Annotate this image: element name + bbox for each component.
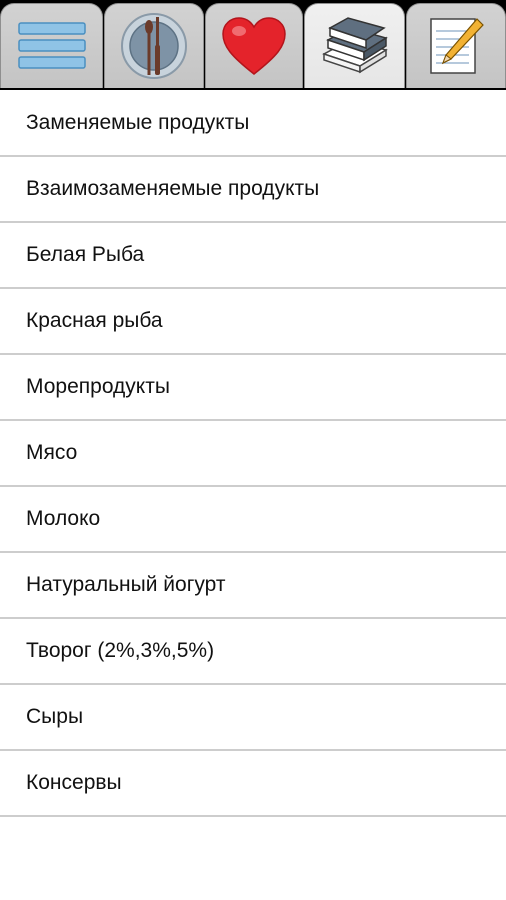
category-list: Заменяемые продукты Взаимозаменяемые про… <box>0 90 506 817</box>
list-item[interactable]: Красная рыба <box>0 289 506 355</box>
list-item[interactable]: Молоко <box>0 487 506 553</box>
list-item[interactable]: Натуральный йогурт <box>0 553 506 619</box>
list-item-label: Мясо <box>26 441 78 464</box>
tab-library[interactable] <box>304 3 405 88</box>
list-item[interactable]: Заменяемые продукты <box>0 90 506 157</box>
list-item-label: Молоко <box>26 507 101 530</box>
tab-bar <box>0 0 506 90</box>
list-item[interactable]: Мясо <box>0 421 506 487</box>
list-item[interactable]: Творог (2%,3%,5%) <box>0 619 506 685</box>
list-item[interactable]: Консервы <box>0 751 506 817</box>
list-item-label: Морепродукты <box>26 375 170 398</box>
list-item-label: Взаимозаменяемые продукты <box>26 177 320 200</box>
list-item-label: Белая Рыба <box>26 243 145 266</box>
list-item-label: Заменяемые продукты <box>26 110 250 134</box>
list-menu-icon <box>17 22 86 69</box>
books-icon <box>321 17 388 74</box>
list-item-label: Творог (2%,3%,5%) <box>26 639 215 662</box>
tab-favorites[interactable] <box>205 3 303 88</box>
list-item-label: Натуральный йогурт <box>26 573 226 596</box>
notepad-pencil-icon <box>430 18 484 74</box>
list-item-label: Консервы <box>26 771 122 794</box>
list-item[interactable]: Сыры <box>0 685 506 751</box>
tab-menu[interactable] <box>0 3 103 88</box>
list-item[interactable]: Взаимозаменяемые продукты <box>0 157 506 223</box>
tab-meals[interactable] <box>104 3 204 88</box>
tab-notes[interactable] <box>406 3 506 88</box>
heart-icon <box>222 17 286 75</box>
list-item-label: Красная рыба <box>26 309 163 332</box>
list-item[interactable]: Белая Рыба <box>0 223 506 289</box>
list-item[interactable]: Морепродукты <box>0 355 506 421</box>
plate-cutlery-icon <box>121 13 187 79</box>
list-item-label: Сыры <box>26 705 84 728</box>
